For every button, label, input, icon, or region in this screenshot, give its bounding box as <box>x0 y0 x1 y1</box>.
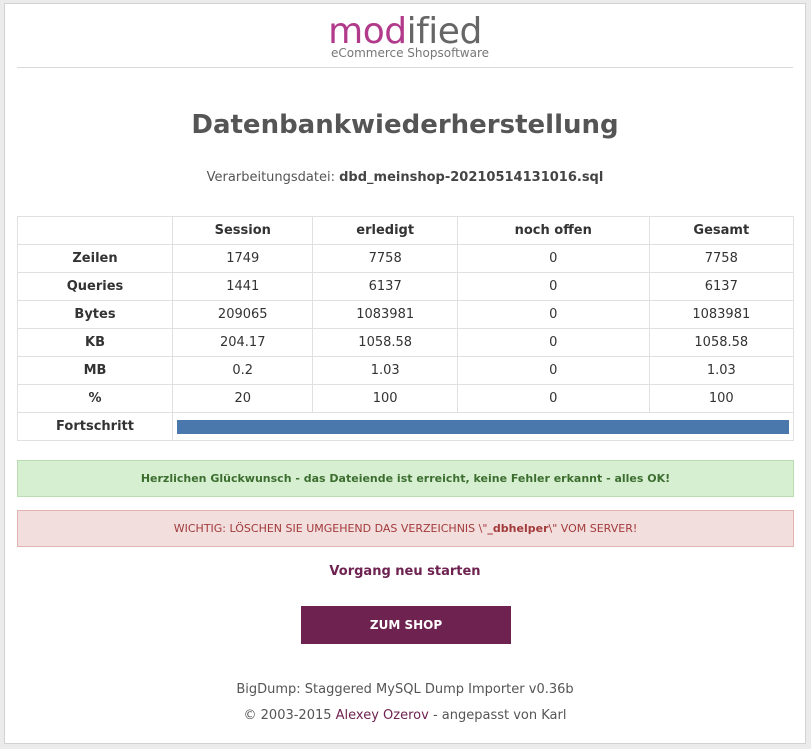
table-cell: 7758 <box>312 244 458 273</box>
table-cell: 1749 <box>171 244 314 273</box>
page-frame: modified eCommerce Shopsoftware Datenban… <box>4 3 806 744</box>
restart-link[interactable]: Vorgang neu starten <box>5 564 805 579</box>
row-label: Queries <box>17 272 173 301</box>
footer-copyright: © 2003-2015 Alexey Ozerov - angepasst vo… <box>5 708 805 723</box>
zum-shop-button[interactable]: ZUM SHOP <box>301 606 511 644</box>
table-cell: 7758 <box>648 244 795 273</box>
table-cell: 6137 <box>312 272 458 301</box>
file-name: dbd_meinshop-20210514131016.sql <box>339 170 604 185</box>
table-row: % 20 100 0 100 <box>17 384 795 413</box>
footer-suffix: - angepasst von Karl <box>432 708 567 723</box>
table-header-row: Session erledigt noch offen Gesamt <box>17 216 795 245</box>
table-cell: 1441 <box>171 272 314 301</box>
table-row: Queries 1441 6137 0 6137 <box>17 272 795 301</box>
progress-bar-fill <box>177 419 789 434</box>
table-row: MB 0.2 1.03 0 1.03 <box>17 356 795 385</box>
logo: modified eCommerce Shopsoftware <box>5 14 805 61</box>
row-label: Bytes <box>17 300 173 329</box>
table-cell: 1083981 <box>312 300 458 329</box>
table-cell: 0 <box>456 356 650 385</box>
table-cell: 0 <box>456 272 650 301</box>
table-cell: 0 <box>456 384 650 413</box>
table-cell: 0 <box>456 328 650 357</box>
logo-wordmark: modified <box>5 14 805 50</box>
progress-label: Fortschritt <box>17 412 173 441</box>
row-label: MB <box>17 356 173 385</box>
success-alert: Herzlichen Glückwunsch - das Dateiende i… <box>17 460 794 497</box>
table-cell: 1083981 <box>648 300 795 329</box>
table-header-gesamt: Gesamt <box>648 216 795 245</box>
row-label: KB <box>17 328 173 357</box>
warning-directory: _dbhelper <box>487 522 549 535</box>
file-info: Verarbeitungsdatei: dbd_meinshop-2021051… <box>5 170 805 185</box>
stats-table: Session erledigt noch offen Gesamt Zeile… <box>17 216 795 441</box>
table-cell: 20 <box>171 384 314 413</box>
table-row: Bytes 209065 1083981 0 1083981 <box>17 300 795 329</box>
table-header-session: Session <box>171 216 314 245</box>
logo-tagline: eCommerce Shopsoftware <box>330 46 490 60</box>
table-cell: 0.2 <box>171 356 314 385</box>
table-cell: 1058.58 <box>312 328 458 357</box>
copyright-text: © 2003-2015 <box>243 708 332 723</box>
warning-alert: WICHTIG: LÖSCHEN SIE UMGEHEND DAS VERZEI… <box>17 510 794 547</box>
footer-version: BigDump: Staggered MySQL Dump Importer v… <box>236 682 574 697</box>
table-row: Zeilen 1749 7758 0 7758 <box>17 244 795 273</box>
table-row: KB 204.17 1058.58 0 1058.58 <box>17 328 795 357</box>
table-header-erledigt: erledigt <box>312 216 458 245</box>
table-cell: 1058.58 <box>648 328 795 357</box>
table-header-empty <box>17 216 173 245</box>
table-cell: 1.03 <box>648 356 795 385</box>
table-cell: 0 <box>456 244 650 273</box>
file-label: Verarbeitungsdatei: <box>206 170 335 185</box>
table-cell: 0 <box>456 300 650 329</box>
table-cell: 6137 <box>648 272 795 301</box>
progress-bar <box>177 419 789 434</box>
table-header-noch-offen: noch offen <box>456 216 650 245</box>
table-cell: 204.17 <box>171 328 314 357</box>
progress-cell <box>172 412 794 441</box>
table-cell: 100 <box>312 384 458 413</box>
table-cell: 209065 <box>171 300 314 329</box>
author-link[interactable]: Alexey Ozerov <box>336 708 429 723</box>
header-divider <box>17 67 793 68</box>
table-cell: 100 <box>648 384 795 413</box>
progress-row: Fortschritt <box>17 412 794 441</box>
row-label: Zeilen <box>17 244 173 273</box>
warning-suffix: \" VOM SERVER! <box>548 522 638 535</box>
table-cell: 1.03 <box>312 356 458 385</box>
row-label: % <box>17 384 173 413</box>
page-title: Datenbankwiederherstellung <box>191 110 619 140</box>
warning-prefix: WICHTIG: LÖSCHEN SIE UMGEHEND DAS VERZEI… <box>173 522 488 535</box>
